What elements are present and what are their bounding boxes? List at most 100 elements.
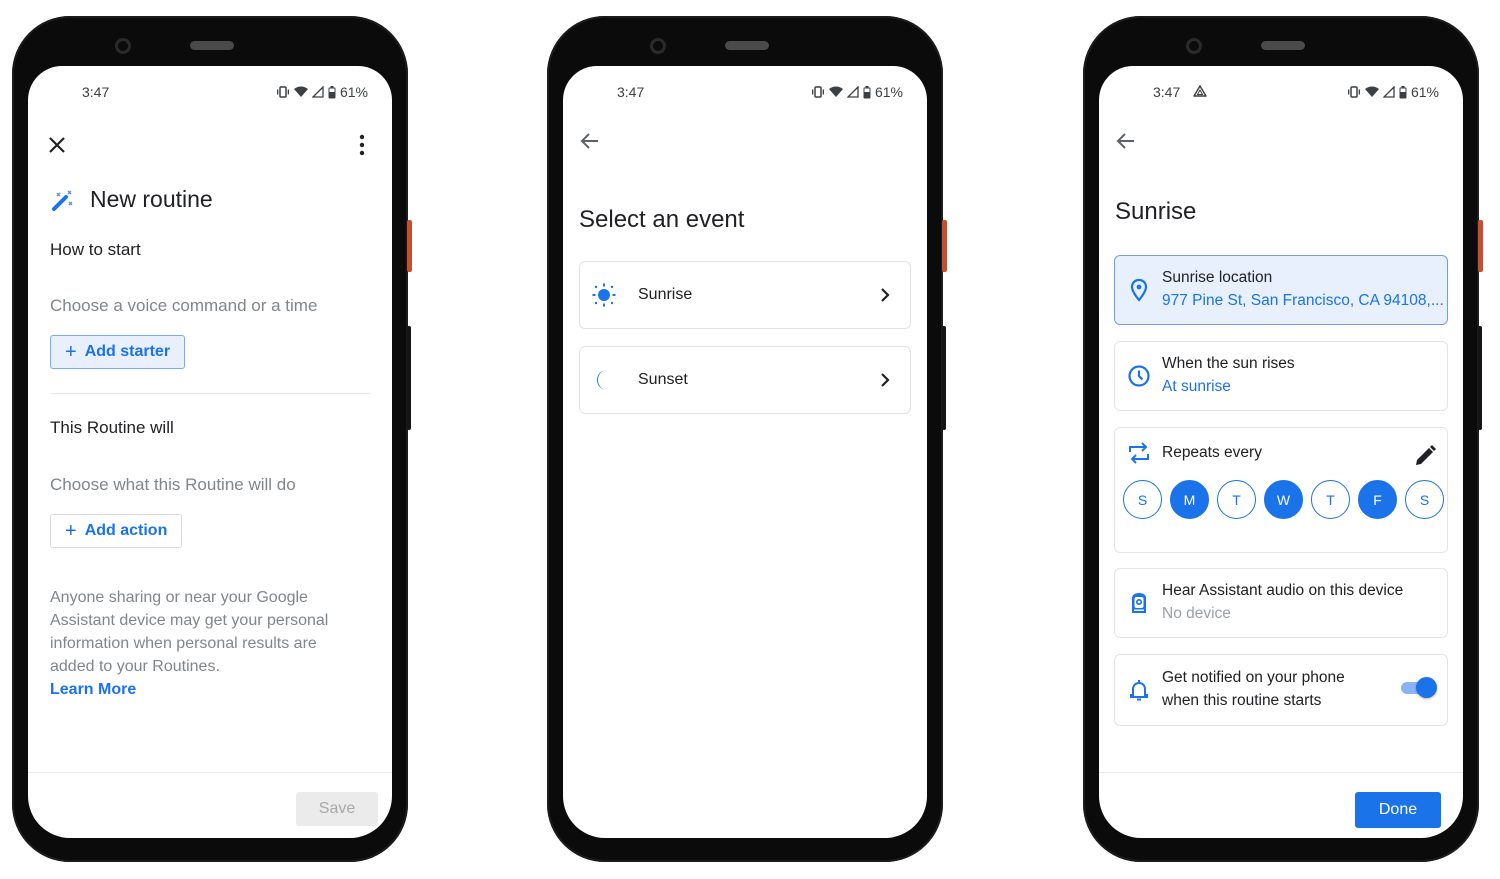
repeat-card: Repeats every SMTWTFS [1114, 427, 1448, 553]
phone-select-event: 3:47 61% Select an event Sunrise Sunset [547, 16, 947, 862]
battery-percent: 61% [874, 84, 903, 100]
weekday-toggle[interactable]: M [1170, 480, 1209, 519]
signal-icon [1382, 86, 1395, 98]
timing-title: When the sun rises [1162, 355, 1295, 372]
add-starter-button[interactable]: + Add starter [50, 335, 186, 369]
phone-sunrise-settings: 3:47 61% Sunrise Sunrise location 977 Pi… [1083, 16, 1483, 862]
location-value: 977 Pine St, San Francisco, CA 94108,... [1162, 292, 1444, 309]
magic-wand-icon [52, 190, 73, 211]
sunrise-location-card[interactable]: Sunrise location 977 Pine St, San Franci… [1114, 255, 1448, 325]
repeat-icon [1129, 442, 1149, 464]
page-title: Sunrise [1115, 198, 1197, 225]
arrow-back-icon[interactable] [579, 130, 601, 152]
weekday-toggle[interactable]: W [1264, 480, 1303, 519]
page-title: New routine [50, 186, 213, 213]
timing-value: At sunrise [1162, 378, 1231, 395]
toggle-thumb [1416, 677, 1437, 698]
event-card-sunset[interactable]: Sunset [579, 346, 911, 414]
status-bar: 3:47 61% [563, 82, 927, 102]
vibrate-icon [276, 86, 289, 98]
privacy-disclaimer: Anyone sharing or near your Google Assis… [50, 586, 362, 701]
wifi-icon [1364, 86, 1379, 97]
status-time: 3:47 [82, 84, 110, 100]
status-time: 3:47 [617, 84, 645, 100]
bell-icon [1130, 680, 1148, 701]
plus-icon: + [65, 341, 77, 363]
action-hint: Choose what this Routine will do [50, 475, 296, 494]
power-button [942, 220, 947, 272]
battery-icon [1399, 85, 1407, 98]
wifi-icon [293, 86, 308, 97]
phone-new-routine: 3:47 61% New routine How to start Choose… [12, 16, 412, 862]
drive-icon [1193, 85, 1207, 97]
earpiece-speaker [190, 41, 234, 50]
close-icon[interactable] [46, 134, 68, 156]
title-text: New routine [90, 186, 213, 212]
audio-title: Hear Assistant audio on this device [1162, 582, 1404, 599]
audio-device-card[interactable]: Hear Assistant audio on this device No d… [1114, 568, 1448, 638]
screen-sunrise-settings: 3:47 61% Sunrise Sunrise location 977 Pi… [1099, 66, 1463, 838]
learn-more-link[interactable]: Learn More [50, 678, 362, 701]
add-action-label: Add action [84, 522, 168, 539]
status-bar: 3:47 61% [1099, 82, 1463, 102]
volume-button [1478, 326, 1482, 430]
notify-toggle[interactable] [1401, 677, 1437, 698]
sun-icon [592, 283, 616, 307]
add-action-button[interactable]: + Add action [50, 514, 183, 548]
status-time: 3:47 [1153, 84, 1181, 100]
weekday-toggle[interactable]: S [1405, 480, 1444, 519]
wifi-icon [828, 86, 843, 97]
battery-icon [328, 85, 336, 98]
battery-percent: 61% [339, 84, 368, 100]
audio-value: No device [1162, 605, 1231, 622]
moon-icon [592, 368, 616, 392]
chevron-right-icon [881, 288, 890, 302]
weekday-toggle[interactable]: S [1123, 480, 1162, 519]
how-to-start-label: How to start [50, 240, 141, 259]
disclaimer-text: Anyone sharing or near your Google Assis… [50, 589, 329, 675]
earpiece-speaker [725, 41, 769, 50]
battery-icon [863, 85, 871, 98]
weekday-toggle[interactable]: F [1358, 480, 1397, 519]
bottom-divider [1099, 772, 1463, 773]
notify-line1: Get notified on your phone [1162, 669, 1345, 686]
event-label: Sunset [638, 371, 688, 388]
edit-pencil-icon[interactable] [1413, 444, 1437, 468]
starter-hint: Choose a voice command or a time [50, 296, 318, 315]
event-label: Sunrise [638, 286, 693, 303]
event-card-sunrise[interactable]: Sunrise [579, 261, 911, 329]
earpiece-speaker [1261, 41, 1305, 50]
front-camera [1186, 38, 1202, 54]
location-pin-icon [1130, 278, 1148, 302]
signal-icon [311, 86, 324, 98]
routine-will-label: This Routine will [50, 418, 174, 437]
speaker-device-icon [1132, 593, 1146, 613]
sunrise-timing-card[interactable]: When the sun rises At sunrise [1114, 341, 1448, 411]
weekday-selector: SMTWTFS [1123, 480, 1444, 519]
status-bar: 3:47 61% [28, 82, 392, 102]
section-divider [50, 393, 370, 394]
notification-card: Get notified on your phone when this rou… [1114, 654, 1448, 726]
page-title: Select an event [579, 206, 745, 233]
arrow-back-icon[interactable] [1115, 130, 1137, 152]
done-button[interactable]: Done [1355, 792, 1441, 828]
save-button[interactable]: Save [296, 792, 378, 826]
screen-select-event: 3:47 61% Select an event Sunrise Sunset [563, 66, 927, 838]
location-title: Sunrise location [1162, 269, 1273, 286]
vibrate-icon [811, 86, 824, 98]
volume-button [407, 326, 411, 430]
battery-percent: 61% [1410, 84, 1439, 100]
weekday-toggle[interactable]: T [1217, 480, 1256, 519]
repeat-title: Repeats every [1162, 444, 1262, 461]
more-vert-icon[interactable] [358, 134, 366, 156]
power-button [1478, 220, 1483, 272]
power-button [407, 220, 412, 272]
chevron-right-icon [881, 373, 890, 387]
front-camera [115, 38, 131, 54]
notify-line2: when this routine starts [1162, 692, 1322, 709]
bottom-divider [28, 772, 392, 773]
add-starter-label: Add starter [84, 343, 171, 360]
screen-new-routine: 3:47 61% New routine How to start Choose… [28, 66, 392, 838]
weekday-toggle[interactable]: T [1311, 480, 1350, 519]
volume-button [942, 326, 946, 430]
